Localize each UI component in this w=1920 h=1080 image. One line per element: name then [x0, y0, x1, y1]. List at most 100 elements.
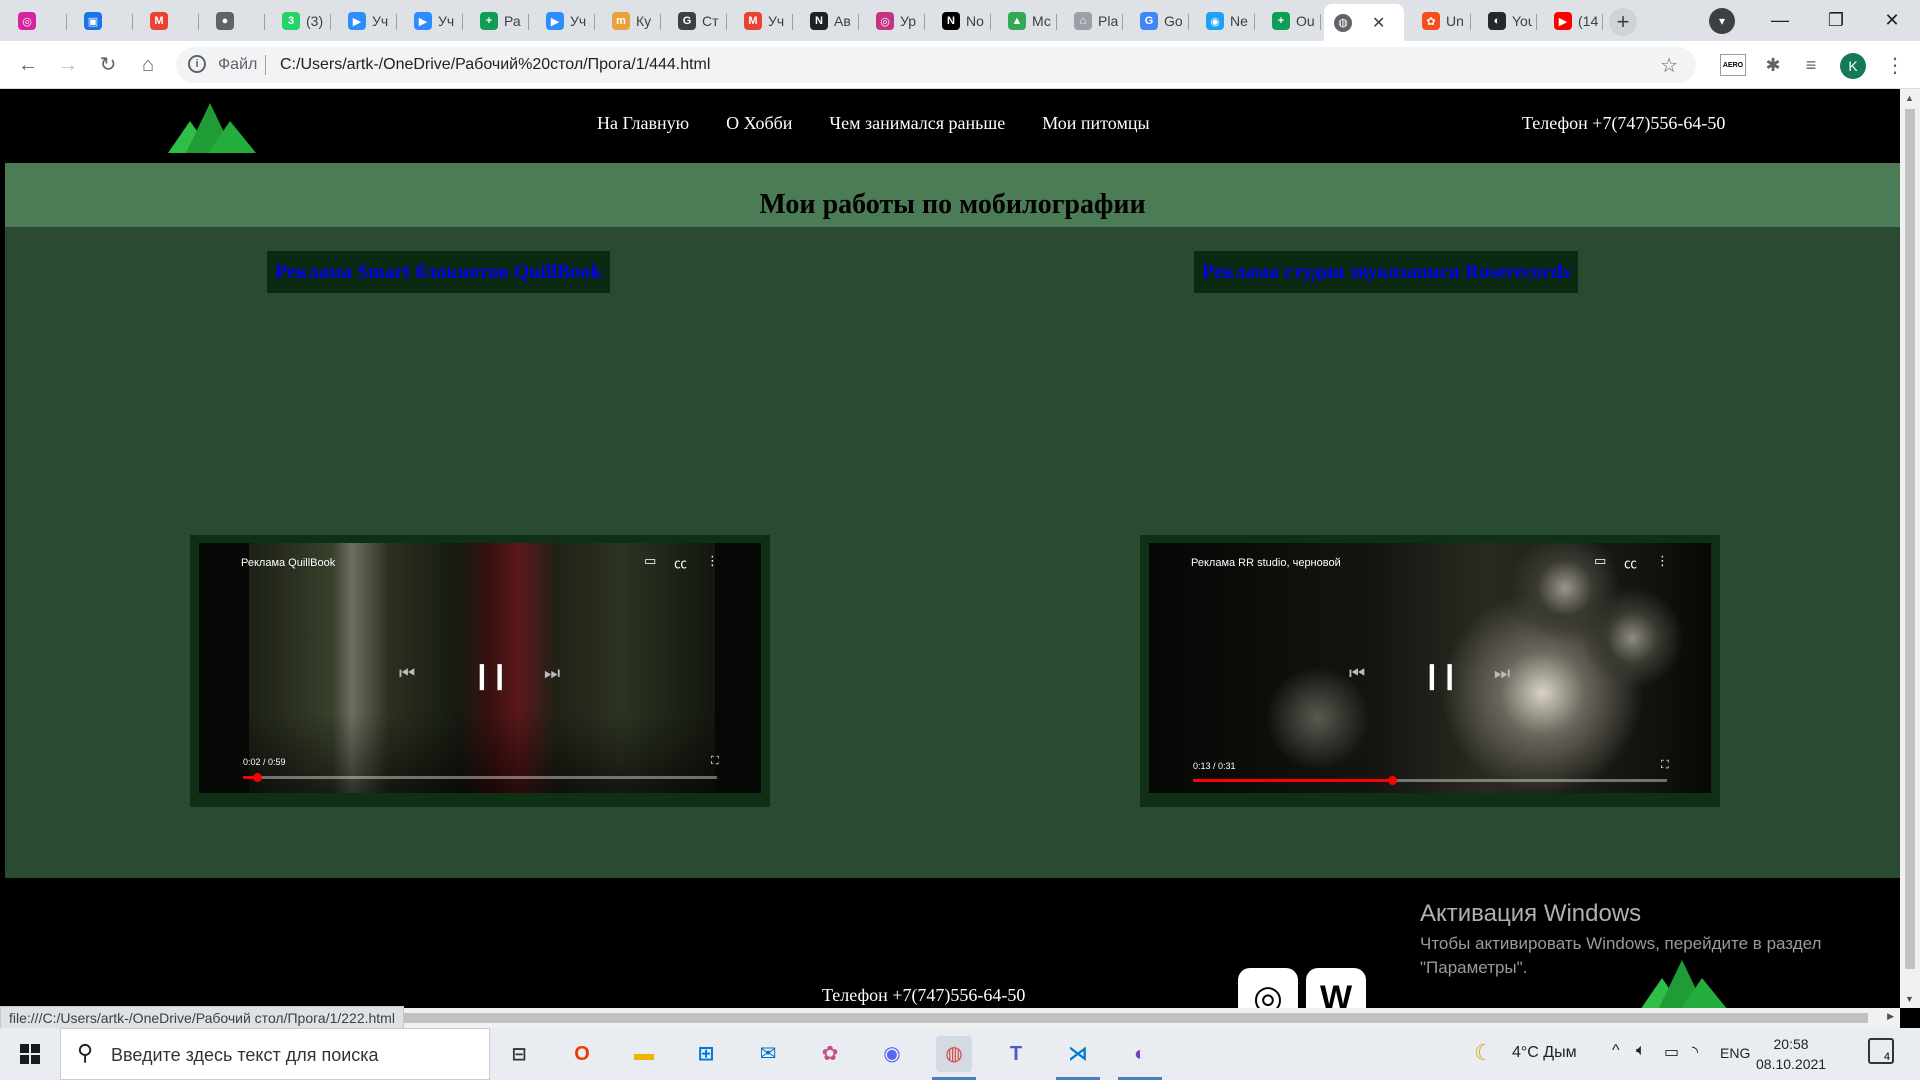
forward-icon[interactable]: → [54, 51, 82, 79]
nav-hobby-link[interactable]: О Хобби [726, 113, 792, 134]
taskbar-clock[interactable]: 20:58 08.10.2021 [1756, 1034, 1826, 1074]
address-bar[interactable]: i Файл C:/Users/artk-/OneDrive/Рабочий%2… [176, 47, 1696, 83]
site-info-icon[interactable]: i [188, 55, 206, 73]
browser-tab[interactable]: G Ст [668, 6, 726, 36]
back-icon[interactable]: ← [14, 51, 42, 79]
file-explorer-icon[interactable]: ▬ [626, 1036, 662, 1072]
fullscreen-icon[interactable]: ⛶ [1661, 759, 1669, 772]
work-link-roserecords[interactable]: Реклама студии звукозаписи Roserecords [1194, 251, 1579, 293]
taskbar-search[interactable]: ⚲ Введите здесь текст для поиска [60, 1028, 490, 1080]
aero-extension-icon[interactable]: AERO [1720, 54, 1746, 76]
browser-tab[interactable]: ▶ Уч [404, 6, 462, 36]
browser-tab[interactable]: ▲ Мс [998, 6, 1056, 36]
browser-tab[interactable]: ▶ (14 [1544, 6, 1602, 36]
scroll-right-icon[interactable]: ▶ [1887, 1011, 1894, 1022]
vertical-scrollbar[interactable]: ▲ ▼ [1900, 89, 1920, 1008]
more-options-icon[interactable]: ⋮ [706, 553, 719, 569]
close-tab-icon[interactable]: ✕ [1372, 13, 1385, 33]
browser-tab-active[interactable]: ◍ ✕ [1324, 4, 1404, 41]
nav-home-link[interactable]: На Главную [597, 113, 689, 134]
tray-chevron-icon[interactable]: ^ [1612, 1042, 1620, 1060]
extensions-puzzle-icon[interactable]: ✱ [1762, 54, 1784, 76]
profile-avatar[interactable]: K [1840, 53, 1866, 79]
discord-icon[interactable]: ◉ [874, 1036, 910, 1072]
next-icon[interactable]: ⏭ [1494, 663, 1510, 684]
windows-start-icon[interactable] [0, 1028, 60, 1080]
horizontal-scroll-thumb[interactable] [368, 1013, 1868, 1023]
browser-tab[interactable]: + Ou [1262, 6, 1320, 36]
browser-tab[interactable]: ▣ [74, 6, 132, 36]
volume-icon[interactable]: 🔈︎ [1636, 1042, 1646, 1060]
nav-past-link[interactable]: Чем занимался раньше [829, 113, 1005, 134]
pause-icon[interactable]: ❙❙ [1421, 660, 1461, 691]
browser-tab[interactable]: ◎ [8, 6, 66, 36]
reload-icon[interactable]: ↻ [94, 51, 122, 79]
browser-tab[interactable]: ▶ Уч [338, 6, 396, 36]
browser-tab[interactable]: 3 (3) [272, 6, 330, 36]
reading-list-icon[interactable]: ≡ [1800, 54, 1822, 76]
weather-text[interactable]: 4°C Дым [1512, 1044, 1577, 1062]
previous-icon[interactable]: ⏮ [1349, 663, 1365, 684]
more-options-icon[interactable]: ⋮ [1656, 553, 1669, 569]
video-player-1[interactable]: Реклама QuillBook ▭ ㏄ ⋮ ⏮ ❙❙ ⏭ 0:02 / 0:… [199, 543, 761, 793]
browser-tab[interactable]: N Ав [800, 6, 858, 36]
browser-tab[interactable]: M Уч [734, 6, 792, 36]
chrome-icon[interactable]: ◍ [936, 1036, 972, 1072]
video-progress-bar[interactable] [243, 773, 717, 782]
cast-icon[interactable]: ▭ [1594, 553, 1606, 569]
mountain-logo-icon[interactable] [168, 103, 258, 153]
tab-search-icon[interactable]: ▾ [1709, 8, 1735, 34]
pause-icon[interactable]: ❙❙ [471, 660, 511, 691]
browser-tab[interactable]: ◉ Ne [1196, 6, 1254, 36]
office-icon[interactable]: O [564, 1036, 600, 1072]
browser-tab[interactable]: ✿ Un [1412, 6, 1470, 36]
captions-icon[interactable]: ㏄ [674, 553, 687, 572]
browser-tab[interactable]: ◎ Ур [866, 6, 924, 36]
browser-tab[interactable]: ▶ Уч [536, 6, 594, 36]
close-window-icon[interactable]: ✕ [1864, 0, 1920, 41]
video-scrubber[interactable] [1388, 776, 1398, 785]
cast-icon[interactable]: ▭ [644, 553, 656, 569]
bookmark-star-icon[interactable]: ☆ [1660, 53, 1678, 78]
previous-icon[interactable]: ⏮ [399, 663, 415, 684]
paint-3d-icon[interactable]: ✿ [812, 1036, 848, 1072]
battery-icon[interactable]: ▭ [1664, 1042, 1679, 1062]
restore-window-icon[interactable]: ❐ [1808, 0, 1864, 41]
notifications-icon[interactable]: 4 [1868, 1038, 1894, 1064]
weather-moon-icon[interactable]: ☾ [1474, 1040, 1494, 1066]
github-desktop-icon[interactable]: ◐ [1122, 1036, 1158, 1072]
browser-tab[interactable]: N No [932, 6, 990, 36]
scroll-down-icon[interactable]: ▼ [1905, 994, 1914, 1004]
browser-menu-icon[interactable]: ⋮ [1885, 53, 1905, 78]
video-progress-bar[interactable] [1193, 776, 1667, 785]
mail-icon[interactable]: ✉ [750, 1036, 786, 1072]
horizontal-scrollbar[interactable]: ▶ [360, 1008, 1900, 1028]
browser-tab[interactable]: m Ку [602, 6, 660, 36]
video-player-2[interactable]: Реклама RR studio, черновой ▭ ㏄ ⋮ ⏮ ❙❙ ⏭… [1149, 543, 1711, 793]
browser-tab[interactable]: G Go [1130, 6, 1188, 36]
next-icon[interactable]: ⏭ [544, 663, 560, 684]
vertical-scroll-thumb[interactable] [1905, 109, 1915, 969]
captions-icon[interactable]: ㏄ [1624, 553, 1637, 572]
fullscreen-icon[interactable]: ⛶ [711, 755, 719, 768]
minimize-window-icon[interactable]: — [1752, 0, 1808, 41]
vk-icon[interactable]: W [1306, 968, 1366, 1008]
nav-pets-link[interactable]: Мои питомцы [1042, 113, 1149, 134]
home-icon[interactable]: ⌂ [134, 51, 162, 79]
work-link-quillbook[interactable]: Реклама Smart блокнотов QuillBook [267, 251, 610, 293]
microsoft-store-icon[interactable]: ⊞ [688, 1036, 724, 1072]
teams-icon[interactable]: T [998, 1036, 1034, 1072]
browser-tab[interactable]: + Ра [470, 6, 528, 36]
new-tab-button[interactable]: + [1609, 8, 1637, 36]
address-url[interactable]: C:/Users/artk-/OneDrive/Рабочий%20стол/П… [280, 56, 710, 74]
browser-tab[interactable]: ⌂ Pla [1064, 6, 1122, 36]
instagram-icon[interactable]: ◎ [1238, 968, 1298, 1008]
browser-tab[interactable]: M [140, 6, 198, 36]
wifi-icon[interactable]: ◝ [1692, 1042, 1698, 1062]
scroll-up-icon[interactable]: ▲ [1905, 93, 1914, 103]
browser-tab[interactable]: ◐ You [1478, 6, 1536, 36]
browser-tab[interactable]: ● [206, 6, 264, 36]
task-view-icon[interactable]: ⊟ [501, 1036, 537, 1072]
language-indicator[interactable]: ENG [1720, 1045, 1750, 1061]
vscode-icon[interactable]: ⋊ [1060, 1036, 1096, 1072]
